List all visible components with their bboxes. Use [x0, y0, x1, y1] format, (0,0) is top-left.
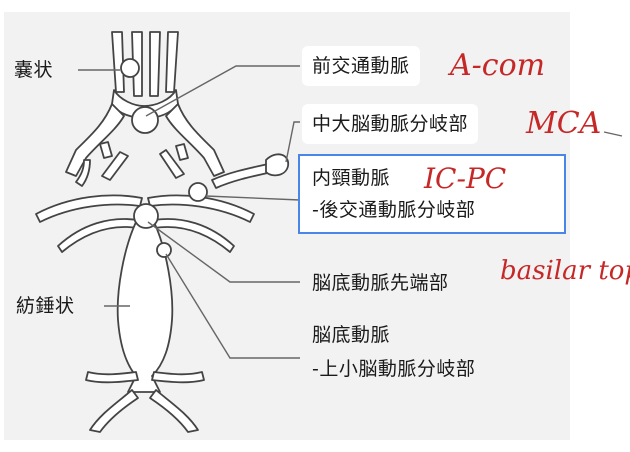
aneurysm-icpc [188, 182, 208, 202]
figure: 嚢状 紡錘状 前交通動脈 中大脳動脈分岐部 内頸動脈 -後交通動脈分岐部 脳底動… [0, 0, 630, 452]
label-acom: 前交通動脈 [312, 55, 410, 77]
annotation-mca: MCA [526, 106, 602, 141]
annotation-acom: A-com [450, 48, 546, 83]
left-pca [35, 194, 143, 223]
aneurysm-basilar-top [133, 203, 159, 229]
anterior-vessel-midright [149, 31, 161, 97]
label-fusiform: 紡錘状 [16, 295, 75, 317]
anterior-vessel-right [165, 31, 179, 93]
leader-basilar-sca [165, 253, 300, 359]
aneurysm-basilar-sca [156, 242, 172, 258]
label-acom-box: 前交通動脈 [302, 46, 420, 86]
label-mca-box: 中大脳動脈分岐部 [302, 104, 479, 144]
aneurysm-saccular-top [120, 58, 140, 78]
left-aica [85, 371, 139, 384]
right-mca-bulb [265, 153, 289, 177]
right-aica [151, 371, 205, 384]
label-saccular: 嚢状 [14, 59, 54, 81]
right-stub-1 [175, 143, 189, 161]
left-stub-1 [99, 141, 113, 159]
annotation-basilar-top: basilar top [500, 256, 630, 286]
annotation-icpc: IC-PC [424, 162, 507, 195]
label-basilar-sca-line2: -上小脳動脈分岐部 [312, 358, 476, 380]
label-icpc-line2: -後交通動脈分岐部 [312, 199, 476, 221]
label-mca: 中大脳動脈分岐部 [312, 113, 469, 135]
annotation-mca-dash [603, 131, 623, 137]
right-vertebral [149, 389, 199, 433]
label-basilar-top: 脳底動脈先端部 [312, 272, 449, 294]
label-basilar-sca-box: 脳底動脈 -上小脳動脈分岐部 [312, 318, 475, 386]
label-basilar-top-box: 脳底動脈先端部 [312, 266, 449, 300]
label-basilar-sca-line1: 脳底動脈 [312, 324, 391, 346]
leader-icpc [205, 195, 301, 201]
left-vertebral [89, 389, 139, 433]
